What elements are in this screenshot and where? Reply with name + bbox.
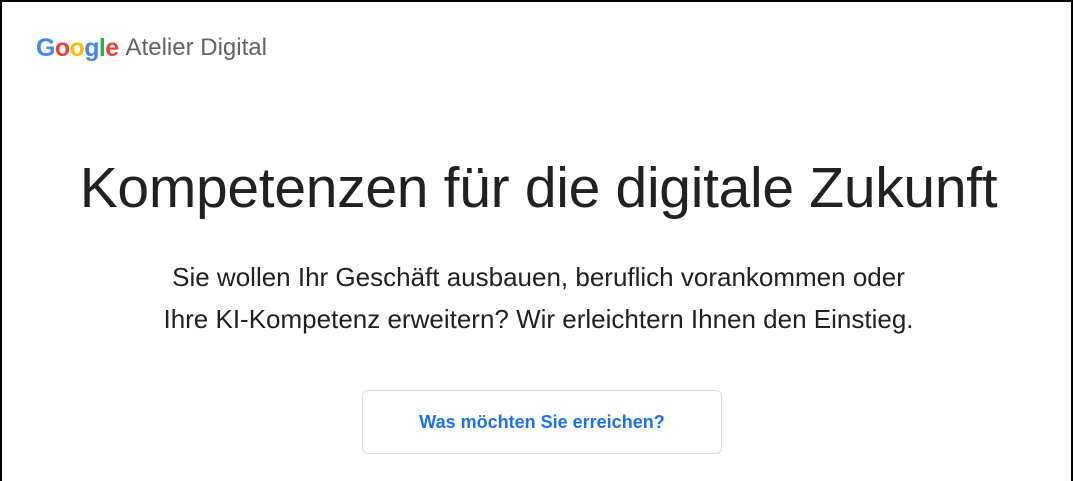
google-atelier-digital-logo[interactable]: Google Atelier Digital (36, 32, 267, 64)
logo-letter: g (84, 34, 99, 62)
logo-letter: G (36, 34, 55, 62)
page-frame: Google Atelier Digital Kompetenzen für d… (0, 0, 1073, 481)
hero-subtitle: Sie wollen Ihr Geschäft ausbauen, berufl… (2, 256, 1073, 340)
product-name: Atelier Digital (125, 34, 267, 61)
logo-letter: o (69, 34, 85, 62)
google-wordmark: Google (36, 32, 119, 64)
hero-subtitle-line-1: Sie wollen Ihr Geschäft ausbauen, berufl… (172, 262, 905, 292)
logo-letter: e (105, 34, 119, 62)
hero-subtitle-line-2: Ihre KI-Kompetenz erweitern? Wir erleich… (163, 304, 914, 334)
goal-selector-button[interactable]: Was möchten Sie erreichen? (362, 390, 722, 454)
logo-letter: o (54, 34, 70, 62)
page-title: Kompetenzen für die digitale Zukunft (79, 156, 998, 220)
